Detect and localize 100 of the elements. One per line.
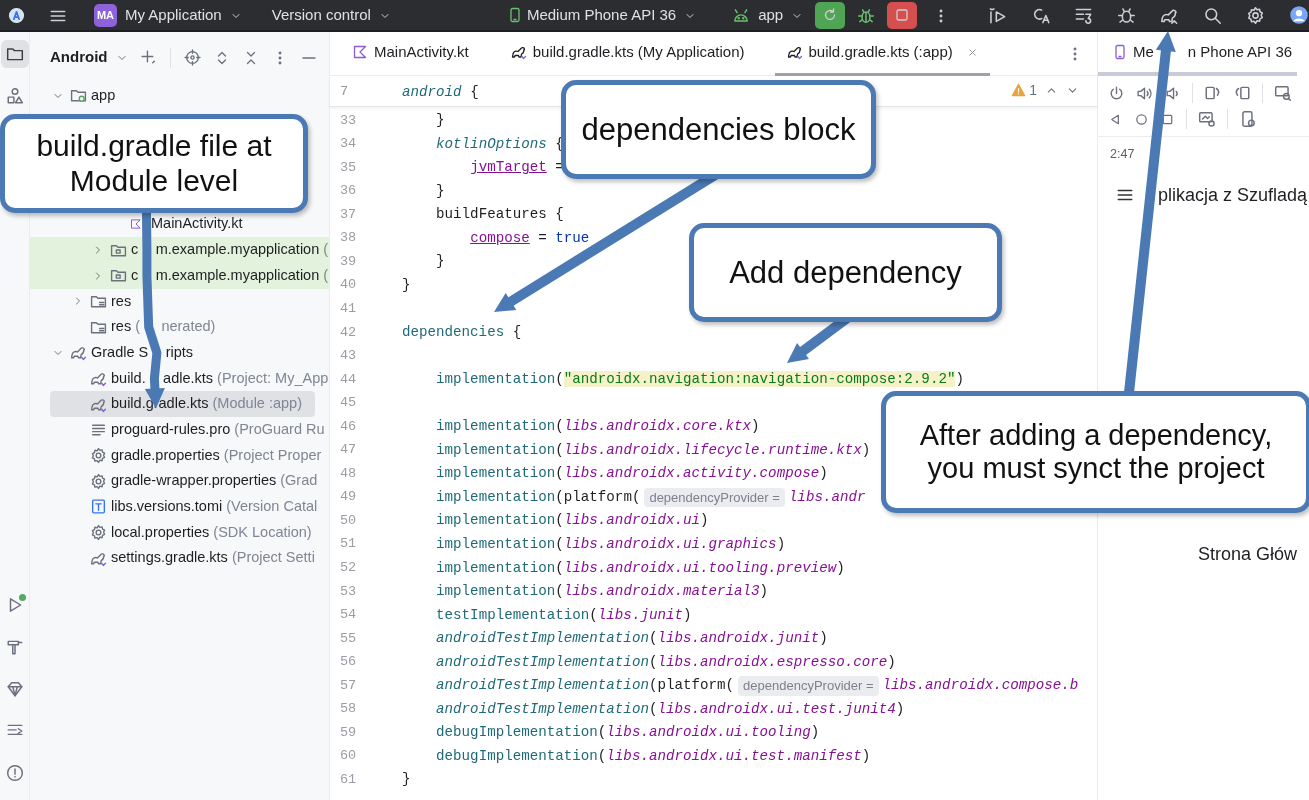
elephant-icon bbox=[786, 44, 803, 60]
code-line: debugImplementation(libs.androidx.ui.test.manifest) bbox=[435, 746, 871, 766]
warning-count[interactable]: 1 bbox=[1029, 80, 1037, 101]
file-description: (Project: My_App bbox=[217, 368, 329, 388]
file-name: MainActivity.kt bbox=[151, 214, 243, 234]
rerun-button[interactable] bbox=[815, 1, 846, 29]
close-icon[interactable] bbox=[966, 46, 978, 58]
play-icon[interactable] bbox=[988, 5, 1007, 25]
version-control-menu[interactable]: Version control bbox=[271, 3, 371, 27]
file-description: (SDK Location) bbox=[213, 522, 312, 542]
elephant-icon bbox=[510, 44, 527, 60]
line-number: 43 bbox=[339, 347, 358, 366]
status-dot bbox=[18, 594, 26, 601]
tool-window-button[interactable] bbox=[0, 40, 29, 68]
tree-row[interactable]: libs.versions.tomi (Version Catal bbox=[30, 494, 329, 520]
tree-row[interactable]: settings.gradle.kts (Project Setti bbox=[30, 545, 329, 572]
rotate-right-icon[interactable] bbox=[1233, 84, 1251, 102]
home-icon[interactable] bbox=[1134, 111, 1149, 127]
view-selector[interactable]: Android bbox=[50, 46, 108, 69]
app-logo-icon[interactable] bbox=[8, 7, 25, 25]
code-line: implementation(libs.androidx.material3) bbox=[435, 582, 769, 602]
file-description: (Project Setti bbox=[231, 548, 315, 568]
search-icon[interactable] bbox=[1203, 5, 1222, 25]
code-line: implementation(libs.androidx.ui.graphics) bbox=[435, 534, 786, 554]
file-description: ( bbox=[323, 265, 329, 285]
hammer-icon[interactable] bbox=[5, 638, 24, 656]
file-description: nerated) bbox=[161, 317, 216, 337]
line-number: 49 bbox=[339, 488, 358, 507]
code-line: } bbox=[402, 275, 411, 295]
file-description: ( bbox=[323, 240, 329, 260]
bug-icon[interactable] bbox=[1117, 5, 1136, 25]
power-icon[interactable] bbox=[1108, 84, 1125, 102]
line-number: 34 bbox=[339, 135, 358, 154]
editor-tab[interactable]: build.gradle.kts (My Application) bbox=[498, 31, 757, 76]
device-selector[interactable]: Medium Phone API 36 bbox=[526, 3, 677, 27]
bug-icon[interactable] bbox=[857, 6, 876, 25]
file-description: ( bbox=[135, 317, 140, 337]
screen-text: Strona Głów bbox=[1198, 542, 1299, 566]
tree-row[interactable]: proguard-rules.pro (ProGuard Ru bbox=[30, 416, 329, 443]
file-name: res bbox=[111, 291, 132, 311]
line-number: 52 bbox=[339, 559, 358, 578]
file-description: (ProGuard Ru bbox=[234, 419, 325, 439]
code-text: implementation(platform( bbox=[435, 487, 641, 507]
gem-icon[interactable] bbox=[5, 680, 24, 698]
file-description: (Project Proper bbox=[223, 445, 322, 465]
line-number: 51 bbox=[339, 535, 358, 554]
settings-icon[interactable] bbox=[1246, 5, 1265, 25]
line-number: 40 bbox=[339, 276, 358, 295]
android-icon[interactable] bbox=[732, 6, 751, 25]
code-line: androidTestImplementation(libs.androidx.junit) bbox=[435, 629, 828, 649]
locate-icon[interactable] bbox=[184, 49, 201, 66]
file-name: m.example.myapplication bbox=[155, 240, 320, 260]
project-badge[interactable]: MA bbox=[94, 3, 117, 27]
tree-row[interactable]: MainActivity.kt bbox=[30, 211, 329, 238]
folder-icon bbox=[5, 45, 24, 63]
stop-icon bbox=[894, 7, 911, 23]
alert-icon[interactable] bbox=[5, 764, 24, 782]
file-name: build. bbox=[111, 368, 146, 388]
add-icon[interactable] bbox=[140, 49, 157, 66]
code-line: debugImplementation(libs.androidx.ui.tooling) bbox=[435, 723, 820, 743]
tree-row[interactable]: app bbox=[30, 83, 329, 109]
screenshot-icon[interactable] bbox=[1198, 110, 1216, 128]
code-line: implementation(libs.androidx.ui) bbox=[435, 511, 709, 531]
avatar-icon[interactable] bbox=[1289, 5, 1309, 25]
tree-row[interactable]: local.properties (SDK Location) bbox=[30, 519, 329, 546]
kotlin-file-icon bbox=[352, 44, 368, 60]
tree-row[interactable]: build.gradle.kts (Module :app) bbox=[50, 391, 315, 417]
stop-button[interactable] bbox=[887, 1, 918, 29]
file-name: proguard-rules.pro bbox=[111, 419, 231, 439]
code-text: libs.andr bbox=[788, 487, 866, 507]
editor-tab[interactable]: build.gradle.kts (:app) bbox=[774, 31, 990, 76]
tree-row[interactable]: c m.example.myapplication ( bbox=[30, 237, 329, 263]
rotate-left-icon[interactable] bbox=[1204, 84, 1222, 102]
tree-row[interactable]: build. adle.kts (Project: My_App bbox=[30, 365, 329, 392]
gear-icon bbox=[90, 472, 107, 490]
line-number: 50 bbox=[339, 511, 358, 530]
screenshot-search-icon[interactable] bbox=[1274, 84, 1292, 102]
file-name: build.gradle.kts bbox=[111, 394, 209, 414]
volume-down-icon[interactable] bbox=[1164, 84, 1181, 102]
project-name[interactable]: My Application bbox=[125, 3, 222, 27]
line-number: 46 bbox=[339, 417, 358, 436]
code-line: testImplementation(libs.junit) bbox=[435, 605, 692, 625]
device-settings-icon[interactable] bbox=[1239, 110, 1257, 128]
line-number: 55 bbox=[339, 629, 358, 648]
file-description: (Module :app) bbox=[212, 394, 302, 414]
volume-up-icon[interactable] bbox=[1136, 84, 1153, 102]
tree-row[interactable]: Gradle S ripts bbox=[30, 339, 329, 366]
device-tab[interactable]: n Phone API 36 bbox=[1187, 40, 1293, 64]
tree-row[interactable]: res ( nerated) bbox=[30, 314, 329, 340]
editor-tab[interactable]: MainActivity.kt bbox=[340, 31, 481, 76]
tree-row[interactable]: gradle-wrapper.properties (Grad bbox=[30, 468, 329, 495]
line-number: 41 bbox=[339, 300, 358, 318]
file-name: c bbox=[131, 265, 139, 285]
code-line: implementation(libs.androidx.core.ktx) bbox=[435, 417, 760, 437]
line-number: 42 bbox=[339, 323, 358, 342]
tree-row[interactable]: gradle.properties (Project Proper bbox=[30, 442, 329, 469]
device-tab[interactable]: Me bbox=[1133, 40, 1154, 64]
run-configuration[interactable]: app bbox=[758, 3, 784, 27]
callout-note: dependencies block bbox=[561, 80, 876, 179]
tree-row[interactable]: res bbox=[30, 288, 329, 315]
